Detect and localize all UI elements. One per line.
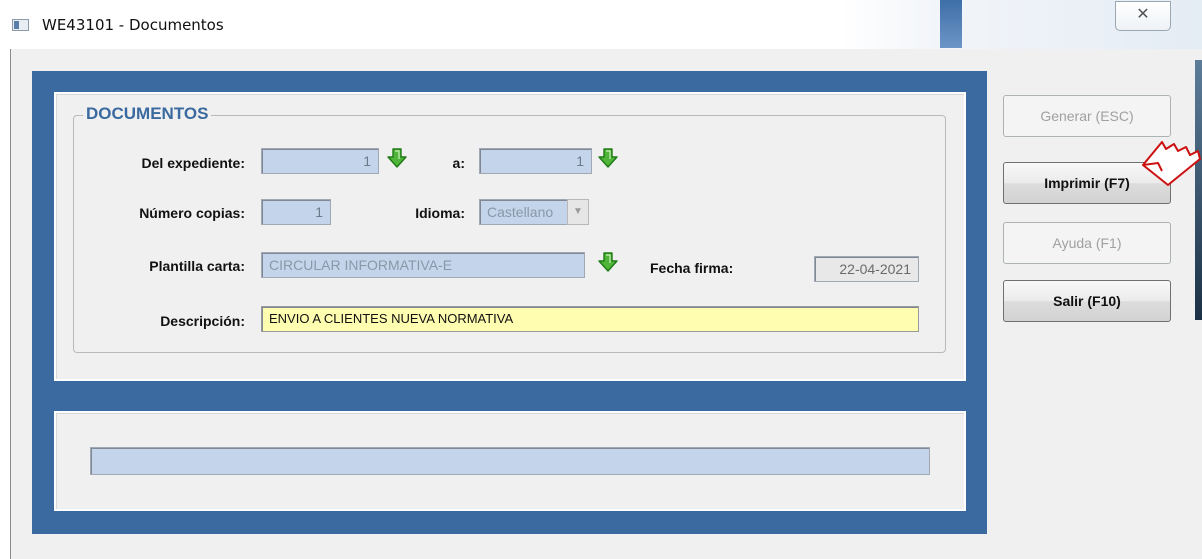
numero-copias-label: Número copias: bbox=[139, 205, 245, 221]
lookup-arrow-icon[interactable] bbox=[597, 147, 619, 169]
status-field bbox=[90, 447, 930, 475]
app-icon bbox=[12, 19, 29, 31]
title-bar: WE43101 - Documentos ✕ bbox=[0, 0, 1202, 50]
lookup-arrow-icon[interactable] bbox=[597, 251, 619, 273]
del-expediente-label: Del expediente: bbox=[141, 155, 245, 171]
close-icon: ✕ bbox=[1136, 6, 1150, 23]
fecha-firma-label: Fecha firma: bbox=[650, 260, 734, 276]
window-title: WE43101 - Documentos bbox=[42, 16, 224, 34]
group-title: DOCUMENTOS bbox=[83, 104, 212, 124]
plantilla-carta-input[interactable]: CIRCULAR INFORMATIVA-E bbox=[261, 252, 585, 278]
numero-copias-input[interactable]: 1 bbox=[261, 199, 331, 225]
chevron-down-icon[interactable]: ▼ bbox=[567, 199, 589, 225]
fecha-firma-input[interactable]: 22-04-2021 bbox=[814, 256, 919, 282]
a-input[interactable]: 1 bbox=[479, 148, 592, 174]
descripcion-label: Descripción: bbox=[160, 313, 245, 329]
background-window-edge bbox=[940, 0, 962, 48]
salir-button[interactable]: Salir (F10) bbox=[1003, 280, 1171, 322]
ayuda-button[interactable]: Ayuda (F1) bbox=[1003, 222, 1171, 264]
idioma-select[interactable]: Castellano bbox=[479, 199, 569, 225]
lookup-arrow-icon[interactable] bbox=[386, 147, 408, 169]
close-button[interactable]: ✕ bbox=[1115, 1, 1171, 31]
background-window-edge-right bbox=[1195, 60, 1202, 320]
descripcion-input[interactable]: ENVIO A CLIENTES NUEVA NORMATIVA bbox=[261, 306, 919, 332]
plantilla-carta-label: Plantilla carta: bbox=[149, 258, 245, 274]
idioma-label: Idioma: bbox=[415, 205, 465, 221]
generar-button[interactable]: Generar (ESC) bbox=[1003, 95, 1171, 137]
del-expediente-input[interactable]: 1 bbox=[261, 148, 379, 174]
a-label: a: bbox=[452, 155, 465, 171]
pointing-hand-annotation-icon bbox=[1142, 141, 1201, 186]
